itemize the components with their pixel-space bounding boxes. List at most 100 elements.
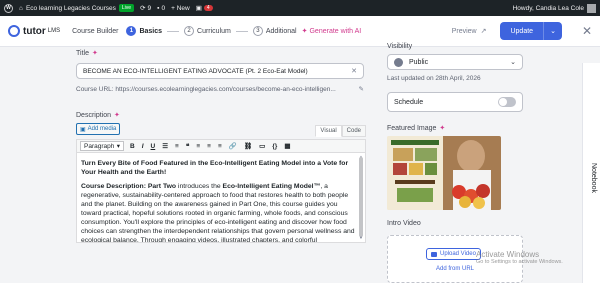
- featured-label-text: Featured Image: [387, 124, 437, 132]
- add-media-button[interactable]: ▣ Add media: [76, 123, 121, 135]
- edit-icon[interactable]: ✎: [359, 85, 364, 93]
- featured-image[interactable]: [387, 136, 501, 210]
- scroll-down-icon[interactable]: ▼: [359, 233, 363, 242]
- last-updated: Last updated on 28th April, 2026: [387, 75, 481, 82]
- editor-content[interactable]: Turn Every Bite of Food Featured in the …: [76, 153, 366, 243]
- sparkle-icon[interactable]: ✦: [114, 111, 120, 119]
- add-from-url-link[interactable]: Add from URL: [436, 266, 474, 272]
- format-select[interactable]: Paragraph ▾: [80, 141, 124, 151]
- tab-visual[interactable]: Visual: [315, 125, 342, 137]
- preview-button[interactable]: Preview ↗: [452, 27, 487, 36]
- external-link-icon: ↗: [480, 28, 487, 35]
- course-basics-form: Title ✦ BECOME AN ECO-INTELLIGENT EATING…: [68, 47, 368, 283]
- builder-title: Course Builder: [72, 27, 119, 35]
- toolbar-toggle-icon[interactable]: ▦: [284, 142, 290, 150]
- updates-count: 9: [147, 4, 152, 12]
- wp-admin-bar: W ⌂ Eco learning Legacies Courses Live ⟳…: [0, 0, 600, 16]
- content-description: Course Description: Part Two introduces …: [81, 182, 355, 243]
- step-curriculum[interactable]: 2 Curriculum: [184, 26, 231, 36]
- video-icon: [431, 251, 437, 257]
- desc-rest: , a regenerative, sustainability-centere…: [81, 183, 355, 243]
- blockquote-icon[interactable]: ❝: [186, 142, 190, 150]
- generate-ai-button[interactable]: ✦ Generate with AI: [301, 27, 362, 36]
- step-basics[interactable]: 1 Basics: [126, 26, 162, 36]
- visibility-label: Visibility: [387, 43, 413, 50]
- add-media-label: Add media: [87, 126, 117, 132]
- notifications-link[interactable]: ▣ 4: [196, 4, 213, 12]
- title-input[interactable]: BECOME AN ECO-INTELLIGENT EATING ADVOCAT…: [76, 63, 364, 79]
- format-value: Paragraph: [84, 142, 115, 150]
- generate-ai-label: Generate with AI: [309, 27, 362, 35]
- read-more-icon[interactable]: ▭: [259, 142, 265, 150]
- sparkle-icon: ✦: [301, 28, 308, 35]
- activate-title: Activate Windows: [476, 250, 540, 259]
- featured-image-label: Featured Image ✦: [387, 124, 445, 133]
- schedule-toggle[interactable]: [498, 97, 516, 107]
- upload-video-button[interactable]: Upload Video: [426, 248, 481, 260]
- chevron-down-icon[interactable]: ⌄: [543, 22, 562, 40]
- howdy-text: Howdy, Candia Lea Cole: [512, 4, 584, 12]
- update-button[interactable]: Update ⌄: [500, 22, 562, 40]
- update-label: Update: [510, 27, 534, 35]
- sparkle-icon[interactable]: ✦: [439, 124, 445, 132]
- desc-mid: introduces the: [176, 183, 223, 190]
- logo-text: tutor: [23, 25, 46, 37]
- step-number: 3: [252, 26, 263, 36]
- numbered-list-icon[interactable]: ≡: [175, 143, 179, 150]
- visibility-select[interactable]: Public ⌄: [387, 54, 523, 70]
- schedule-row: Schedule: [387, 92, 523, 112]
- editor-toolbar: Paragraph ▾ B I U ☰ ≡ ❝ ≡ ≡ ≡ 🔗 ⛓ ▭ {} ▦: [76, 139, 366, 153]
- align-right-icon[interactable]: ≡: [218, 143, 222, 150]
- tutor-logo: tutor LMS: [8, 25, 60, 37]
- step-divider: [167, 30, 180, 32]
- step-number: 1: [126, 26, 137, 36]
- heading-text: Turn Every Bite of Food Featured in the …: [81, 160, 349, 176]
- description-label-text: Description: [76, 111, 112, 119]
- align-center-icon[interactable]: ≡: [207, 143, 211, 150]
- tutor-logo-icon: [8, 25, 20, 37]
- tab-code[interactable]: Code: [341, 125, 366, 137]
- featured-image-artwork: [387, 136, 501, 210]
- scrollbar[interactable]: [359, 157, 363, 237]
- close-icon[interactable]: ✕: [582, 24, 592, 38]
- site-name: Eco learning Legacies Courses: [25, 4, 116, 12]
- plugin-icon: ▣: [195, 5, 202, 12]
- content-heading: Turn Every Bite of Food Featured in the …: [81, 159, 355, 177]
- upload-video-label: Upload Video: [440, 251, 476, 257]
- bullet-list-icon[interactable]: ☰: [162, 142, 168, 150]
- settings-sidebar: Visibility Public ⌄ Last updated on 28th…: [385, 40, 527, 283]
- intro-video-label: Intro Video: [387, 220, 421, 227]
- media-icon: ▣: [80, 126, 86, 133]
- comments-icon: ▪: [157, 4, 160, 12]
- updates-icon: ⟳: [140, 5, 146, 12]
- sparkle-icon[interactable]: ✦: [92, 49, 98, 57]
- notification-count: 4: [203, 5, 213, 11]
- underline-icon[interactable]: U: [151, 143, 156, 150]
- eye-icon: [394, 57, 403, 67]
- avatar: [587, 3, 596, 13]
- italic-icon[interactable]: I: [142, 143, 144, 150]
- schedule-label: Schedule: [394, 98, 424, 106]
- new-content-link[interactable]: + New: [171, 5, 190, 12]
- title-label-text: Title: [76, 49, 89, 57]
- bold-icon[interactable]: B: [130, 143, 135, 150]
- clear-icon[interactable]: ✕: [351, 67, 357, 75]
- comments-link[interactable]: ▪ 0: [157, 5, 165, 12]
- shortcode-icon[interactable]: {}: [272, 143, 277, 150]
- unlink-icon[interactable]: ⛓: [244, 142, 252, 150]
- align-left-icon[interactable]: ≡: [196, 143, 200, 150]
- wordpress-logo-icon[interactable]: W: [4, 3, 13, 13]
- site-name-link[interactable]: ⌂ Eco learning Legacies Courses Live: [19, 4, 135, 12]
- link-icon[interactable]: 🔗: [229, 142, 237, 150]
- updates-link[interactable]: ⟳ 9: [140, 4, 152, 13]
- notebook-tab[interactable]: Notebook: [582, 63, 600, 283]
- account-menu[interactable]: Howdy, Candia Lea Cole: [512, 3, 596, 13]
- step-divider: [235, 30, 248, 32]
- visibility-value: Public: [409, 58, 429, 66]
- notebook-label: Notebook: [590, 163, 597, 193]
- activate-windows-watermark: Activate Windows Go to Settings to activ…: [476, 250, 563, 265]
- home-icon: ⌂: [19, 4, 23, 12]
- step-label: Curriculum: [197, 27, 231, 35]
- step-additional[interactable]: 3 Additional: [252, 26, 297, 36]
- title-label: Title ✦: [76, 49, 98, 58]
